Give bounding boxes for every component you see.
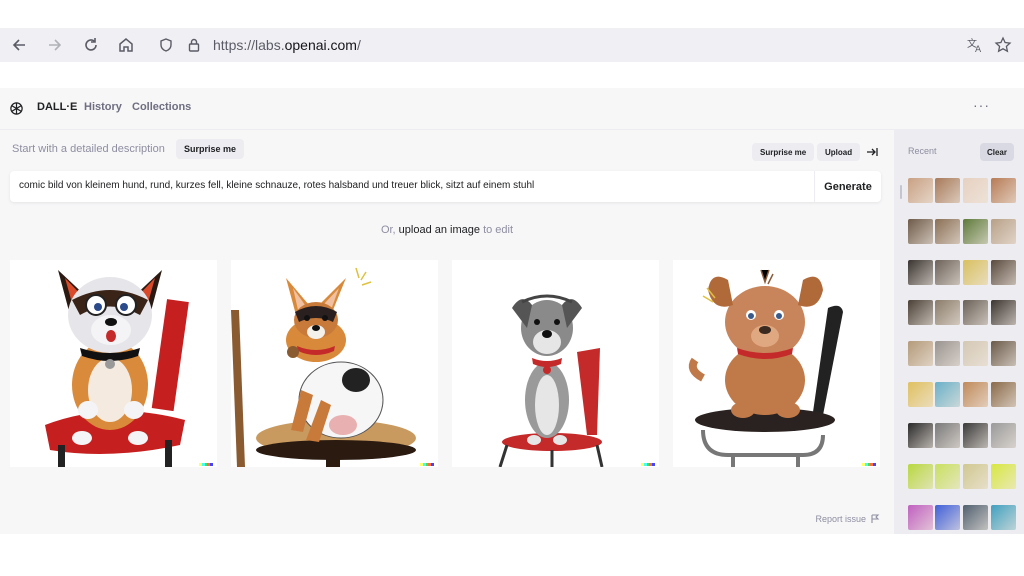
upload-button[interactable]: Upload [817, 143, 861, 161]
recent-thumbnail[interactable] [991, 382, 1016, 407]
forward-arrow-icon[interactable] [44, 34, 66, 56]
more-menu-icon[interactable]: ··· [973, 97, 990, 113]
recent-thumbnail[interactable] [991, 219, 1016, 244]
recent-thumbnail[interactable] [991, 300, 1016, 325]
recent-label: Recent [908, 146, 937, 156]
generate-button[interactable]: Generate [814, 171, 881, 202]
home-icon[interactable] [115, 34, 137, 56]
recent-thumbnail[interactable] [991, 341, 1016, 366]
recent-thumbnail[interactable] [935, 300, 960, 325]
recent-thumbnail[interactable] [963, 464, 988, 489]
clear-button[interactable]: Clear [979, 143, 1014, 161]
upload-image-link[interactable]: upload an image [399, 224, 480, 236]
prompt-text[interactable]: comic bild von kleinem hund, rund, kurze… [19, 180, 534, 191]
upload-hint: Or, upload an image to edit [0, 224, 894, 236]
translate-icon[interactable]: 文A [964, 34, 986, 56]
scroll-indicator[interactable] [900, 185, 902, 199]
recent-panel: Recent Clear [894, 130, 1024, 534]
recent-thumbnail[interactable] [991, 505, 1016, 530]
svg-text:A: A [975, 45, 982, 54]
url-suffix: / [356, 37, 361, 53]
dalle-signature [641, 463, 655, 466]
nav-collections[interactable]: Collections [132, 101, 191, 113]
url-domain: openai.com [284, 37, 357, 53]
recent-thumbnail[interactable] [963, 423, 988, 448]
recent-thumbnail[interactable] [908, 219, 933, 244]
collapse-panel-icon[interactable] [865, 145, 879, 164]
lock-icon[interactable] [183, 34, 205, 56]
surprise-me-button[interactable]: Surprise me [752, 143, 815, 161]
dog-image-2[interactable] [231, 260, 438, 467]
surprise-me-chip[interactable]: Surprise me [176, 139, 245, 159]
recent-thumbnail[interactable] [991, 464, 1016, 489]
recent-thumbnail[interactable] [908, 505, 933, 530]
recent-thumbnail[interactable] [908, 423, 933, 448]
recent-thumbnail[interactable] [908, 341, 933, 366]
dalle-signature [199, 463, 213, 466]
recent-thumbnail[interactable] [963, 382, 988, 407]
recent-thumbnail[interactable] [935, 505, 960, 530]
dalle-app: DALL·E History Collections ··· Start wit… [0, 88, 1024, 534]
recent-thumbnail[interactable] [963, 260, 988, 285]
brand-title[interactable]: DALL·E [37, 101, 77, 113]
reload-icon[interactable] [80, 34, 102, 56]
bookmark-star-icon[interactable] [992, 34, 1014, 56]
browser-toolbar: https://labs.openai.com/ 文A [0, 28, 1024, 62]
prompt-label: Start with a detailed description [12, 143, 165, 155]
recent-thumbnail[interactable] [991, 423, 1016, 448]
recent-thumbnail[interactable] [991, 260, 1016, 285]
recent-thumbnail[interactable] [908, 382, 933, 407]
openai-logo-icon[interactable] [9, 101, 24, 121]
recent-thumbnail[interactable] [935, 382, 960, 407]
recent-thumbnail[interactable] [908, 464, 933, 489]
app-header: DALL·E History Collections ··· [0, 88, 1024, 130]
recent-thumbnail[interactable] [935, 260, 960, 285]
recent-thumbnail[interactable] [908, 300, 933, 325]
url-prefix: https://labs. [213, 37, 285, 53]
recent-thumbnail[interactable] [935, 464, 960, 489]
main-content: Start with a detailed description Surpri… [0, 130, 894, 534]
report-issue-label: Report issue [815, 514, 866, 524]
recent-thumbnail[interactable] [963, 300, 988, 325]
recent-thumbnail[interactable] [991, 178, 1016, 203]
prompt-input[interactable]: comic bild von kleinem hund, rund, kurze… [10, 171, 881, 202]
dalle-signature [420, 463, 434, 466]
dog-image-3[interactable] [452, 260, 659, 467]
recent-thumbnail[interactable] [935, 341, 960, 366]
recent-thumbnail[interactable] [963, 505, 988, 530]
dalle-signature [862, 463, 876, 466]
back-arrow-icon[interactable] [8, 34, 30, 56]
upload-hint-suffix: to edit [480, 224, 514, 236]
recent-thumbnail[interactable] [935, 423, 960, 448]
recent-thumbnail[interactable] [963, 341, 988, 366]
shield-icon[interactable] [155, 34, 177, 56]
dog-image-4[interactable] [673, 260, 880, 467]
recent-thumbnail[interactable] [935, 219, 960, 244]
report-issue-link[interactable]: Report issue [815, 514, 880, 524]
recent-thumbnail[interactable] [935, 178, 960, 203]
recent-thumbnail[interactable] [963, 178, 988, 203]
dog-image-1[interactable] [10, 260, 217, 467]
nav-history[interactable]: History [84, 101, 122, 113]
recent-thumbnail[interactable] [908, 178, 933, 203]
recent-thumbnail[interactable] [963, 219, 988, 244]
recent-thumbnail[interactable] [908, 260, 933, 285]
url-text[interactable]: https://labs.openai.com/ [213, 37, 361, 53]
upload-hint-prefix: Or, [380, 224, 399, 236]
flag-icon [871, 514, 880, 523]
